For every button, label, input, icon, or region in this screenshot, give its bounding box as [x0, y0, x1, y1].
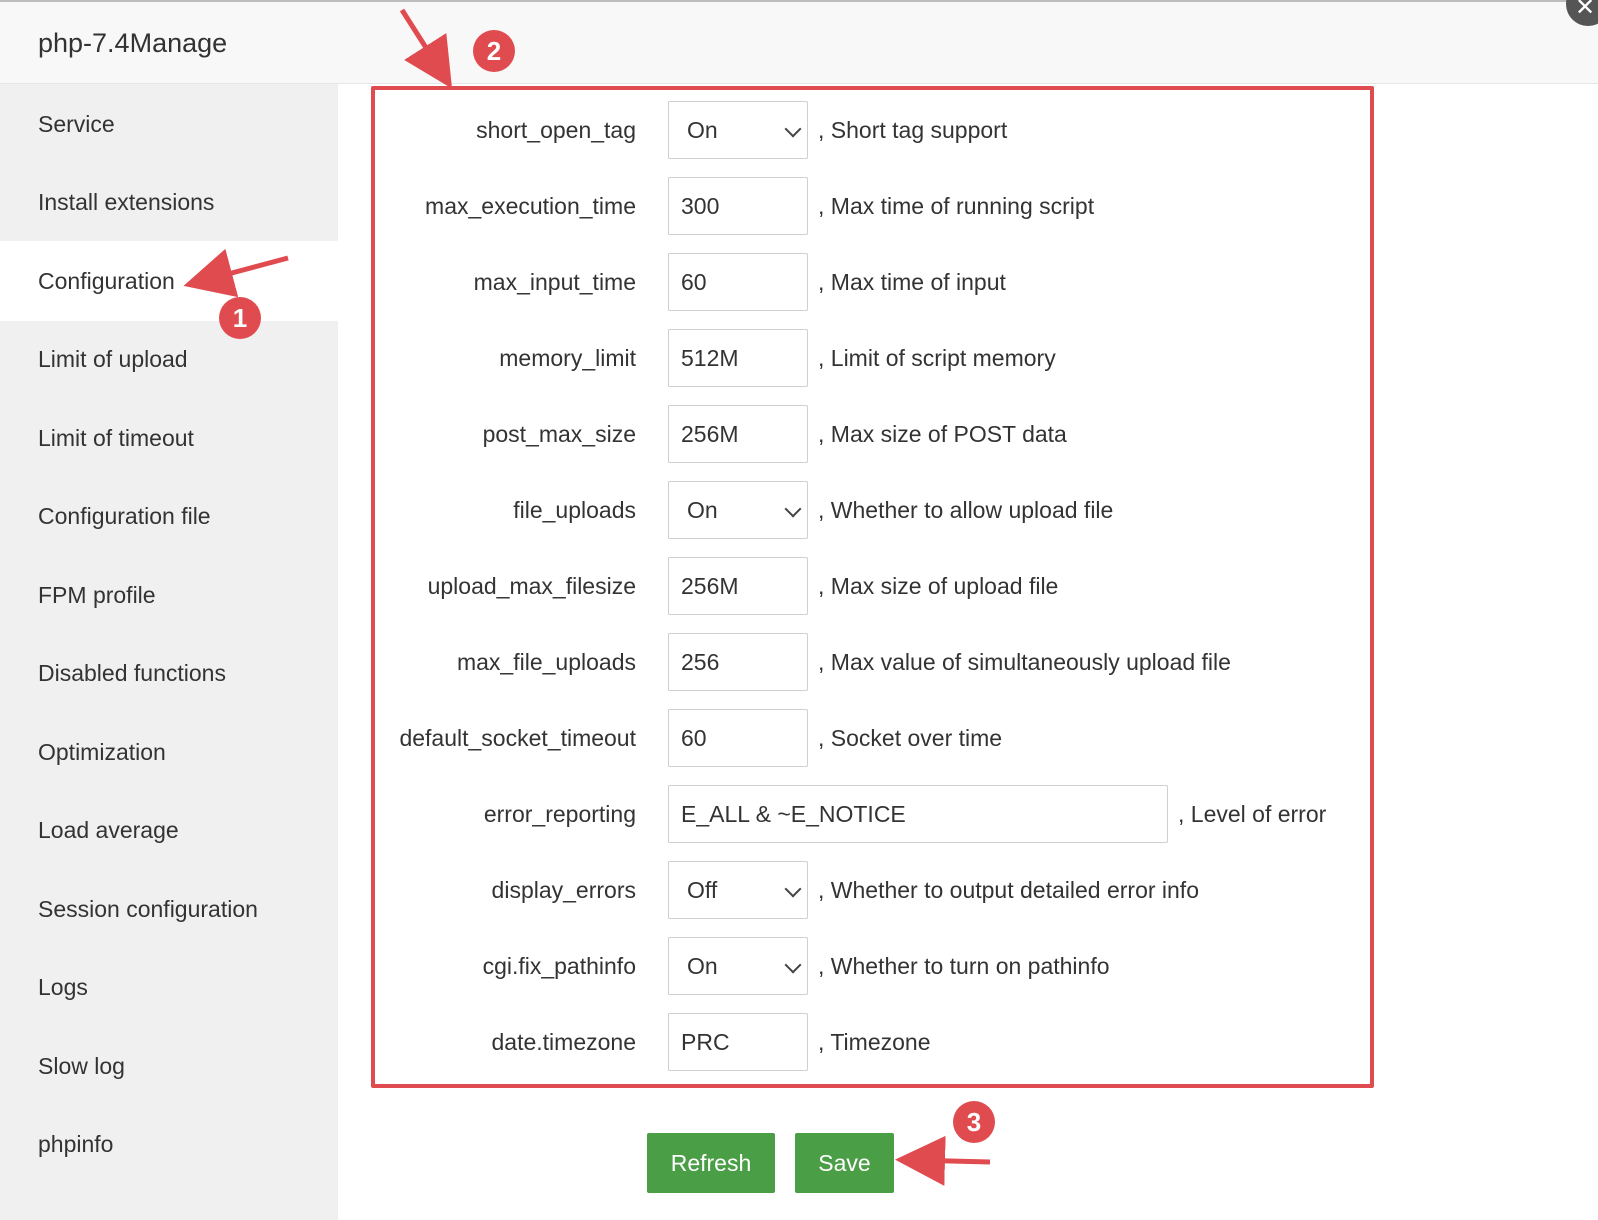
- config-label-upload-max-filesize: upload_max_filesize: [427, 573, 636, 599]
- max-execution-time-input[interactable]: 300: [668, 177, 808, 235]
- config-label-default-socket-timeout: default_socket_timeout: [399, 725, 636, 751]
- config-desc: , Whether to output detailed error info: [818, 877, 1199, 903]
- max-input-time-input[interactable]: 60: [668, 253, 808, 311]
- arrow-icon: [895, 1135, 991, 1186]
- dialog-title: php-7.4Manage: [38, 28, 228, 58]
- select-value: On: [687, 953, 718, 979]
- config-label-short-open-tag: short_open_tag: [476, 117, 636, 143]
- cgi-fix-pathinfo-select[interactable]: On: [668, 937, 808, 995]
- sidebar-item-optimization[interactable]: Optimization: [0, 712, 338, 792]
- sidebar-item-limit-of-timeout[interactable]: Limit of timeout: [0, 398, 338, 478]
- date-timezone-input[interactable]: PRC: [668, 1013, 808, 1071]
- default-socket-timeout-input[interactable]: 60: [668, 709, 808, 767]
- sidebar-item-limit-of-upload[interactable]: Limit of upload: [0, 319, 338, 399]
- config-desc: , Max time of input: [818, 269, 1006, 295]
- annotation-badge-1: 1: [219, 297, 261, 339]
- sidebar-item-configuration-file[interactable]: Configuration file: [0, 476, 338, 556]
- sidebar-item-disabled-functions[interactable]: Disabled functions: [0, 633, 338, 713]
- select-value: Off: [687, 877, 718, 903]
- config-label-post-max-size: post_max_size: [482, 421, 636, 447]
- sidebar-item-install-extensions[interactable]: Install extensions: [0, 162, 338, 242]
- sidebar-item-logs[interactable]: Logs: [0, 947, 338, 1027]
- config-label-max-execution-time: max_execution_time: [425, 193, 636, 219]
- config-desc: , Timezone: [818, 1029, 931, 1055]
- chevron-down-icon: [784, 120, 802, 138]
- config-desc: , Limit of script memory: [818, 345, 1056, 371]
- chevron-down-icon: [784, 500, 802, 518]
- config-desc: , Level of error: [1178, 801, 1327, 827]
- config-desc: , Max time of running script: [818, 193, 1095, 219]
- select-value: On: [687, 117, 718, 143]
- sidebar-item-fpm-profile[interactable]: FPM profile: [0, 555, 338, 635]
- config-desc: , Short tag support: [818, 117, 1008, 143]
- memory-limit-input[interactable]: 512M: [668, 329, 808, 387]
- config-label-max-file-uploads: max_file_uploads: [456, 649, 636, 675]
- select-value: On: [687, 497, 718, 523]
- upload-max-filesize-input[interactable]: 256M: [668, 557, 808, 615]
- short-open-tag-select[interactable]: On: [668, 101, 808, 159]
- refresh-button[interactable]: Refresh: [647, 1133, 775, 1193]
- save-button[interactable]: Save: [795, 1133, 894, 1193]
- sidebar-item-load-average[interactable]: Load average: [0, 790, 338, 870]
- post-max-size-input[interactable]: 256M: [668, 405, 808, 463]
- config-label-date-timezone: date.timezone: [491, 1029, 636, 1055]
- sidebar: Service Install extensions Configuration…: [0, 84, 338, 1220]
- display-errors-select[interactable]: Off: [668, 861, 808, 919]
- max-file-uploads-input[interactable]: 256: [668, 633, 808, 691]
- config-label-memory-limit: memory_limit: [499, 345, 636, 371]
- sidebar-item-phpinfo[interactable]: phpinfo: [0, 1104, 338, 1184]
- config-label-max-input-time: max_input_time: [473, 269, 636, 295]
- sidebar-item-configuration[interactable]: Configuration: [0, 241, 338, 321]
- config-desc: , Max size of POST data: [818, 421, 1067, 447]
- sidebar-item-slow-log[interactable]: Slow log: [0, 1026, 338, 1106]
- chevron-down-icon: [784, 880, 802, 898]
- config-label-cgi-fix-pathinfo: cgi.fix_pathinfo: [482, 953, 636, 979]
- config-desc: , Whether to allow upload file: [818, 497, 1114, 523]
- chevron-down-icon: [784, 956, 802, 974]
- error-reporting-input[interactable]: E_ALL & ~E_NOTICE: [668, 785, 1168, 843]
- dialog-header: php-7.4Manage: [0, 0, 1598, 84]
- config-desc: , Max size of upload file: [818, 573, 1059, 599]
- config-label-file-uploads: file_uploads: [513, 497, 636, 523]
- annotation-badge-3: 3: [953, 1101, 995, 1143]
- annotation-badge-2: 2: [473, 30, 515, 72]
- config-label-display-errors: display_errors: [491, 877, 636, 903]
- sidebar-item-service[interactable]: Service: [0, 84, 338, 164]
- config-desc: , Whether to turn on pathinfo: [818, 953, 1110, 979]
- config-desc: , Socket over time: [818, 725, 1003, 751]
- config-label-error-reporting: error_reporting: [483, 801, 636, 827]
- file-uploads-select[interactable]: On: [668, 481, 808, 539]
- config-desc: , Max value of simultaneously upload fil…: [818, 649, 1231, 675]
- sidebar-item-session-configuration[interactable]: Session configuration: [0, 869, 338, 949]
